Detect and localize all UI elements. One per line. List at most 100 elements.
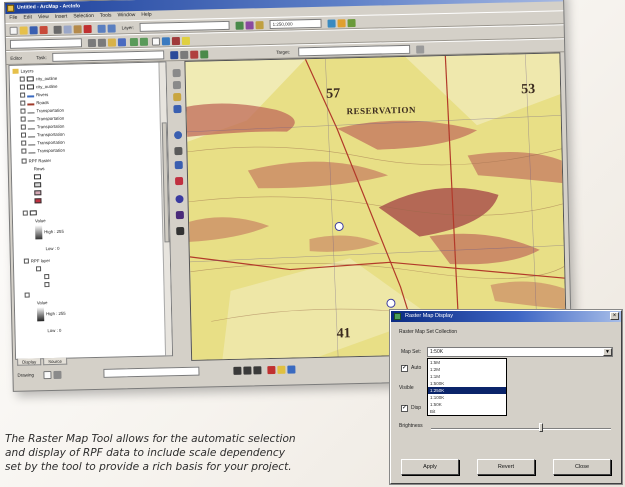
toc-scrollbar[interactable] <box>158 62 173 356</box>
layer-checkbox[interactable] <box>21 158 27 164</box>
menu-file[interactable]: File <box>9 14 17 23</box>
zoom-in-icon[interactable] <box>87 38 97 48</box>
toc-row[interactable] <box>22 209 39 216</box>
identify-icon[interactable] <box>327 19 336 28</box>
map-set-option[interactable]: 1:1M <box>428 373 506 380</box>
target-layer-combo[interactable] <box>298 44 411 57</box>
magnifier-icon[interactable] <box>175 210 184 220</box>
toc-row[interactable]: Transportation <box>20 115 65 123</box>
menu-tools[interactable]: Tools <box>100 12 112 21</box>
layer-checkbox[interactable] <box>20 132 27 139</box>
toc-row[interactable]: Roads <box>20 99 49 107</box>
toc-row[interactable]: Transportation <box>21 139 65 147</box>
map-set-option[interactable]: 1:5M <box>428 359 506 366</box>
chevron-down-icon[interactable]: ▼ <box>603 348 612 356</box>
zoom-in-icon[interactable] <box>172 69 181 78</box>
arctoolbox-icon[interactable] <box>255 21 264 30</box>
brightness-slider-thumb[interactable] <box>539 423 543 432</box>
toc-row[interactable]: Rivers <box>20 91 48 99</box>
zoom-out-icon[interactable] <box>97 38 107 47</box>
layer-checkbox[interactable] <box>20 124 26 131</box>
layer-combo[interactable] <box>139 20 230 32</box>
copy-icon[interactable] <box>63 25 72 34</box>
apply-button[interactable]: Apply <box>401 459 459 475</box>
toc-row[interactable]: city_outline <box>19 83 58 91</box>
toc-row[interactable]: RPF Raster <box>21 157 52 165</box>
toc-row[interactable]: Transportation <box>21 147 65 155</box>
toc-row[interactable]: Transportation <box>20 131 65 139</box>
map-set-option[interactable]: 1:100K <box>428 394 506 401</box>
editor-label[interactable]: Editor <box>10 55 22 63</box>
layer-checkbox[interactable] <box>36 266 42 272</box>
toc-row[interactable] <box>24 291 32 298</box>
sketch-tool-icon[interactable] <box>170 51 179 60</box>
select-arrow-icon[interactable] <box>151 37 161 46</box>
rotate-icon[interactable] <box>53 370 62 379</box>
layer-checkbox[interactable] <box>22 210 28 216</box>
display-checkbox[interactable]: ✓ <box>401 405 408 412</box>
fill-color-icon[interactable] <box>277 365 286 374</box>
globe-icon[interactable] <box>173 130 183 140</box>
map-set-option[interactable]: 1:2M <box>428 366 506 373</box>
layer-checkbox[interactable] <box>23 258 29 264</box>
hyperlink-icon[interactable] <box>181 36 191 45</box>
zoom-out-icon[interactable] <box>172 81 182 90</box>
layer-checkbox[interactable] <box>20 108 26 115</box>
layer-checkbox[interactable] <box>24 292 30 298</box>
globe-icon[interactable] <box>173 105 182 114</box>
edit-tool-icon[interactable] <box>180 50 189 60</box>
tab-source[interactable]: Source <box>43 357 67 366</box>
redo-icon[interactable] <box>107 24 116 33</box>
new-document-icon[interactable] <box>9 26 18 35</box>
auto-checkbox[interactable]: ✓ <box>401 365 408 372</box>
line-color-icon[interactable] <box>287 365 296 374</box>
open-folder-icon[interactable] <box>19 26 28 35</box>
font-combo[interactable] <box>103 366 200 378</box>
underline-icon[interactable] <box>253 366 262 375</box>
tab-display[interactable]: Display <box>17 358 42 366</box>
measure-icon[interactable] <box>175 176 184 186</box>
info-icon[interactable] <box>161 37 171 46</box>
layer-checkbox[interactable] <box>21 148 27 155</box>
target-combo[interactable] <box>9 38 83 49</box>
toc-scroll-thumb[interactable] <box>161 122 170 243</box>
layer-checkbox[interactable] <box>44 274 50 280</box>
layer-checkbox[interactable] <box>20 100 26 107</box>
measure-icon[interactable] <box>171 37 181 46</box>
find-icon[interactable] <box>174 160 183 170</box>
italic-icon[interactable] <box>243 366 252 375</box>
layer-checkbox[interactable] <box>19 84 25 91</box>
layer-checkbox[interactable] <box>19 76 25 83</box>
map-set-option[interactable]: 1:500K <box>428 380 506 387</box>
menu-window[interactable]: Window <box>117 11 135 20</box>
delete-icon[interactable] <box>83 25 92 34</box>
menu-edit[interactable]: Edit <box>23 13 32 22</box>
menu-insert[interactable]: Insert <box>55 13 68 22</box>
toc-row[interactable]: RPF layer <box>23 257 50 265</box>
toc-row[interactable]: Transportation <box>20 123 65 131</box>
map-set-option[interactable]: 1:50K <box>428 401 506 408</box>
pan-icon[interactable] <box>107 38 117 47</box>
find-icon[interactable] <box>337 19 346 28</box>
menu-view[interactable]: View <box>38 13 49 22</box>
forward-extent-icon[interactable] <box>139 37 149 46</box>
toc-row[interactable]: city_outline <box>19 75 58 83</box>
editor-icon[interactable] <box>245 21 254 30</box>
drawing-menu[interactable]: Drawing <box>17 371 34 379</box>
map-set-option-selected[interactable]: 1:250K <box>428 387 506 394</box>
car-icon[interactable] <box>176 226 185 236</box>
brightness-slider[interactable] <box>431 428 611 430</box>
split-icon[interactable] <box>416 45 425 54</box>
identify-icon[interactable] <box>174 146 183 156</box>
task-combo[interactable] <box>52 50 165 62</box>
save-icon[interactable] <box>29 26 38 35</box>
layer-checkbox[interactable] <box>20 92 26 99</box>
map-set-option[interactable]: Bit <box>428 408 506 415</box>
cut-icon[interactable] <box>53 25 62 34</box>
back-extent-icon[interactable] <box>129 37 139 47</box>
print-icon[interactable] <box>39 26 48 35</box>
attributes-icon[interactable] <box>190 50 199 59</box>
layer-checkbox[interactable] <box>21 140 27 147</box>
add-data-icon[interactable] <box>235 21 244 30</box>
bold-icon[interactable] <box>233 366 242 375</box>
